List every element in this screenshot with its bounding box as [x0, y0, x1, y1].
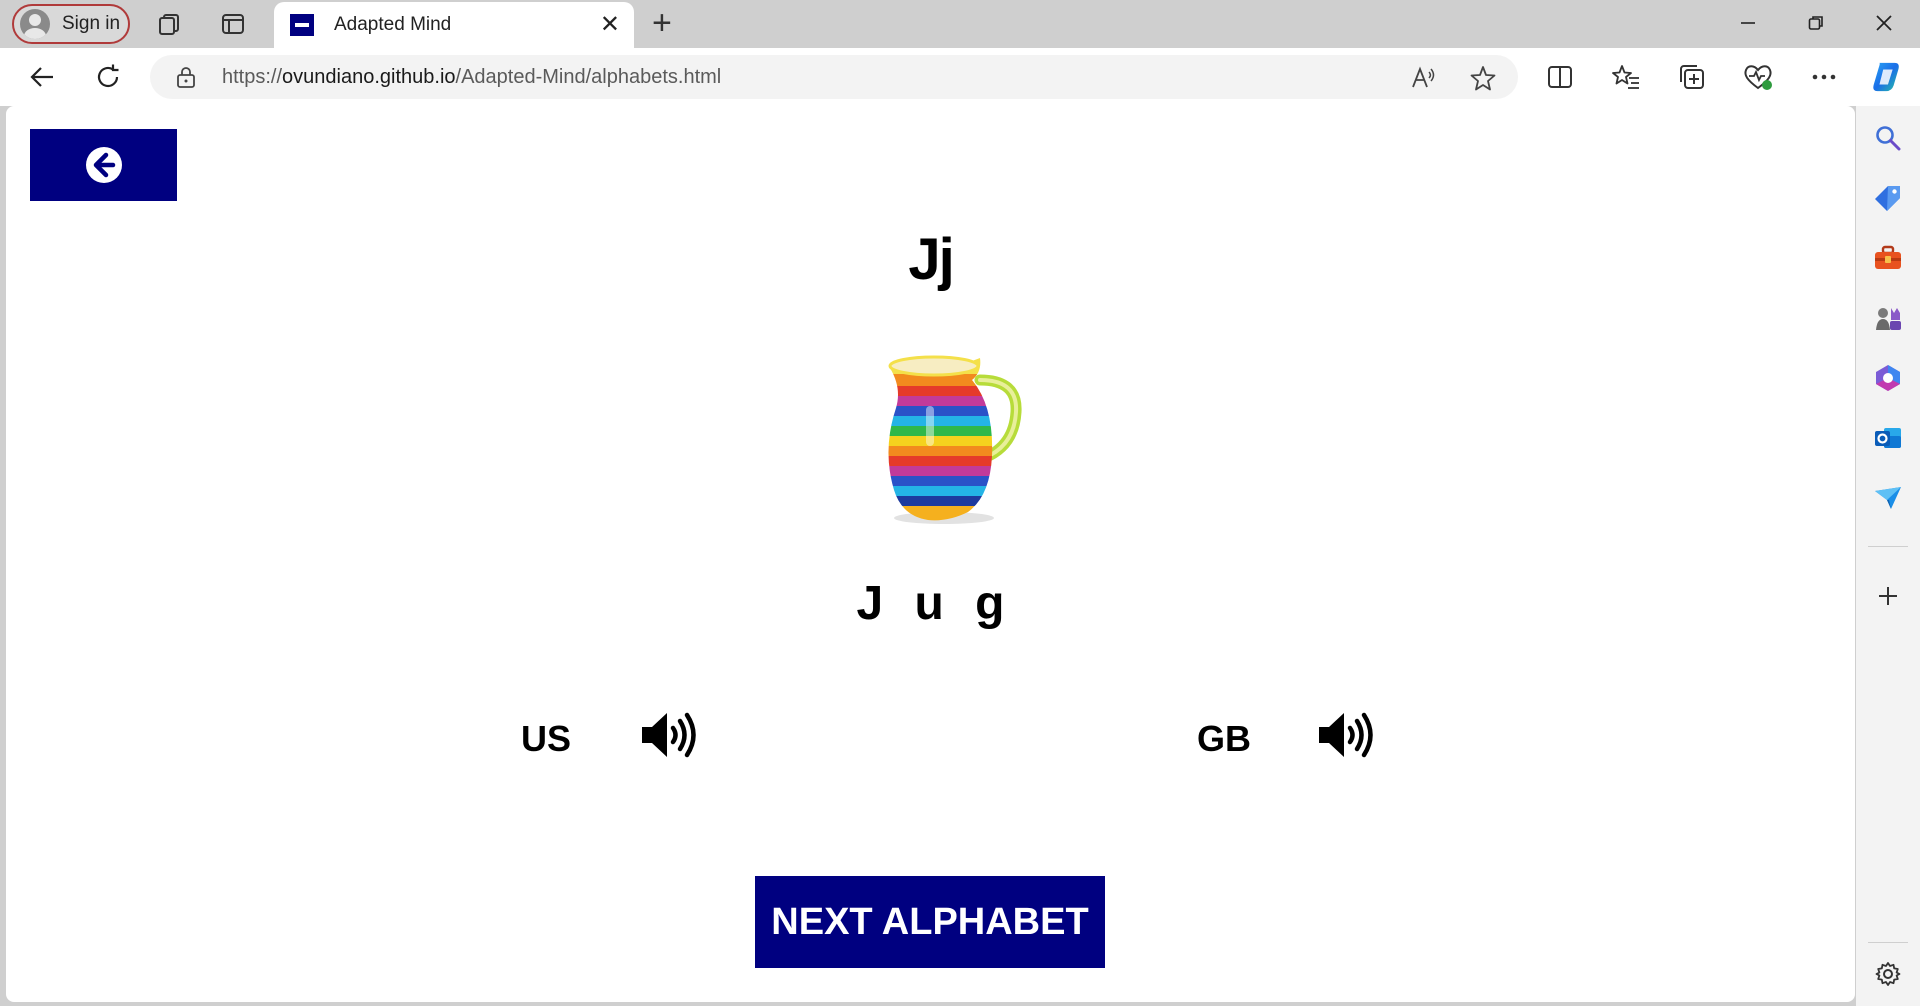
browser-essentials-icon[interactable]: [1741, 60, 1775, 94]
copilot-icon[interactable]: [1870, 60, 1904, 94]
us-speaker-icon[interactable]: [640, 710, 700, 760]
sign-in-label: Sign in: [62, 13, 121, 34]
example-word: J u g: [856, 577, 1005, 630]
gb-speaker-icon[interactable]: [1317, 710, 1377, 760]
favorite-star-icon[interactable]: [1468, 63, 1498, 93]
games-icon[interactable]: [1872, 302, 1904, 334]
new-tab-icon[interactable]: +: [652, 6, 672, 40]
navigation-bar: https://ovundiano.github.io/Adapted-Mind…: [0, 48, 1920, 106]
outlook-icon[interactable]: [1872, 422, 1904, 454]
gb-accent-label: GB: [1197, 718, 1251, 759]
jug-image: [888, 355, 1022, 524]
close-tab-icon[interactable]: ✕: [600, 13, 620, 37]
site-favicon-icon: [290, 14, 314, 36]
page-viewport: Jj J u g US GB NEXT ALPHABET: [6, 106, 1855, 1002]
refresh-icon[interactable]: [91, 60, 125, 94]
restore-icon[interactable]: [1796, 8, 1836, 38]
us-accent-label: US: [521, 718, 572, 759]
tab-strip: Sign in Adapted Mind ✕ +: [0, 0, 1920, 48]
url-prefix: https://: [222, 65, 283, 88]
url-path: /Adapted-Mind/alphabets.html: [455, 65, 722, 88]
sign-in-button[interactable]: Sign in: [12, 4, 130, 44]
back-arrow-icon[interactable]: [25, 60, 59, 94]
sidebar-divider: [1868, 546, 1908, 547]
profile-avatar-icon: [20, 9, 50, 39]
shopping-tag-icon[interactable]: [1872, 182, 1904, 214]
next-alphabet-button[interactable]: NEXT ALPHABET: [755, 876, 1105, 968]
sidebar-divider-bottom: [1868, 942, 1908, 943]
split-screen-icon[interactable]: [1543, 60, 1577, 94]
tools-briefcase-icon[interactable]: [1872, 242, 1904, 274]
favorites-icon[interactable]: [1609, 60, 1643, 94]
alphabet-letter: Jj: [908, 227, 954, 292]
url-host: ovundiano.github.io: [282, 65, 456, 88]
microsoft-365-icon[interactable]: [1872, 362, 1904, 394]
settings-gear-icon[interactable]: [1872, 958, 1904, 990]
tab-adapted-mind[interactable]: Adapted Mind ✕: [274, 2, 634, 48]
tab-title: Adapted Mind: [334, 14, 452, 35]
more-options-icon[interactable]: [1807, 60, 1841, 94]
minimize-icon[interactable]: [1728, 8, 1768, 38]
lock-icon[interactable]: [176, 66, 196, 94]
collections-icon[interactable]: [1675, 60, 1709, 94]
close-window-icon[interactable]: [1864, 8, 1904, 38]
search-icon[interactable]: [1872, 122, 1904, 154]
arrow-left-circle-icon: [85, 147, 122, 183]
address-bar[interactable]: https://ovundiano.github.io/Adapted-Mind…: [150, 55, 1518, 99]
tab-actions-icon[interactable]: [219, 10, 247, 38]
read-aloud-icon[interactable]: [1408, 63, 1438, 93]
back-button[interactable]: [30, 129, 177, 201]
edge-sidebar: [1856, 106, 1920, 1006]
workspaces-icon[interactable]: [155, 10, 183, 38]
add-sidebar-app-icon[interactable]: [1872, 580, 1904, 612]
send-paper-plane-icon[interactable]: [1872, 482, 1904, 514]
